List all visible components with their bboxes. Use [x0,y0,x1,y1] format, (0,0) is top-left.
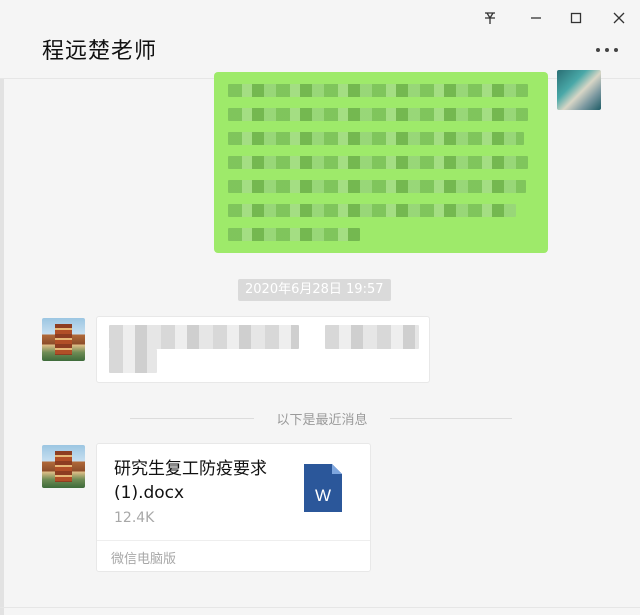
pixelated-text [228,108,528,121]
more-icon[interactable] [592,42,622,58]
chat-title: 程远楚老师 [42,39,158,64]
pixelated-text [228,180,526,193]
message-timestamp: 2020年6月28日 19:57 [238,279,391,301]
pixelated-text [228,84,528,97]
file-card-footer: 微信电脑版 [97,540,370,571]
contact-avatar[interactable] [42,318,85,361]
pixelated-text [325,325,419,349]
file-name: 研究生复工防疫要求(1).docx [114,459,267,503]
divider-line-left [130,418,254,419]
word-document-icon: W [304,464,342,512]
pixelated-text [228,228,360,241]
pixelated-text [228,132,524,145]
file-size: 12.4K [114,510,155,526]
word-icon-letter: W [315,486,331,505]
minimize-icon[interactable] [522,6,550,30]
pixelated-text [228,204,516,217]
pin-icon[interactable] [476,6,504,30]
pixelated-text [228,156,528,169]
file-source: 微信电脑版 [111,552,177,567]
contact-avatar[interactable] [42,445,85,488]
close-icon[interactable] [605,6,633,30]
my-avatar[interactable] [557,70,601,110]
left-panel-edge [0,0,4,615]
input-area-divider [0,607,640,608]
received-message-bubble[interactable] [96,316,430,383]
sent-message-bubble[interactable] [214,72,548,253]
pixelated-text [109,349,157,373]
chat-header: 程远楚老师 [0,0,640,79]
recent-messages-divider: 以下是最近消息 [276,413,368,428]
maximize-icon[interactable] [562,6,590,30]
divider-line-right [390,418,512,419]
file-message-card[interactable]: 研究生复工防疫要求(1).docx 12.4K W 微信电脑版 [96,443,371,572]
pixelated-text [109,325,299,349]
